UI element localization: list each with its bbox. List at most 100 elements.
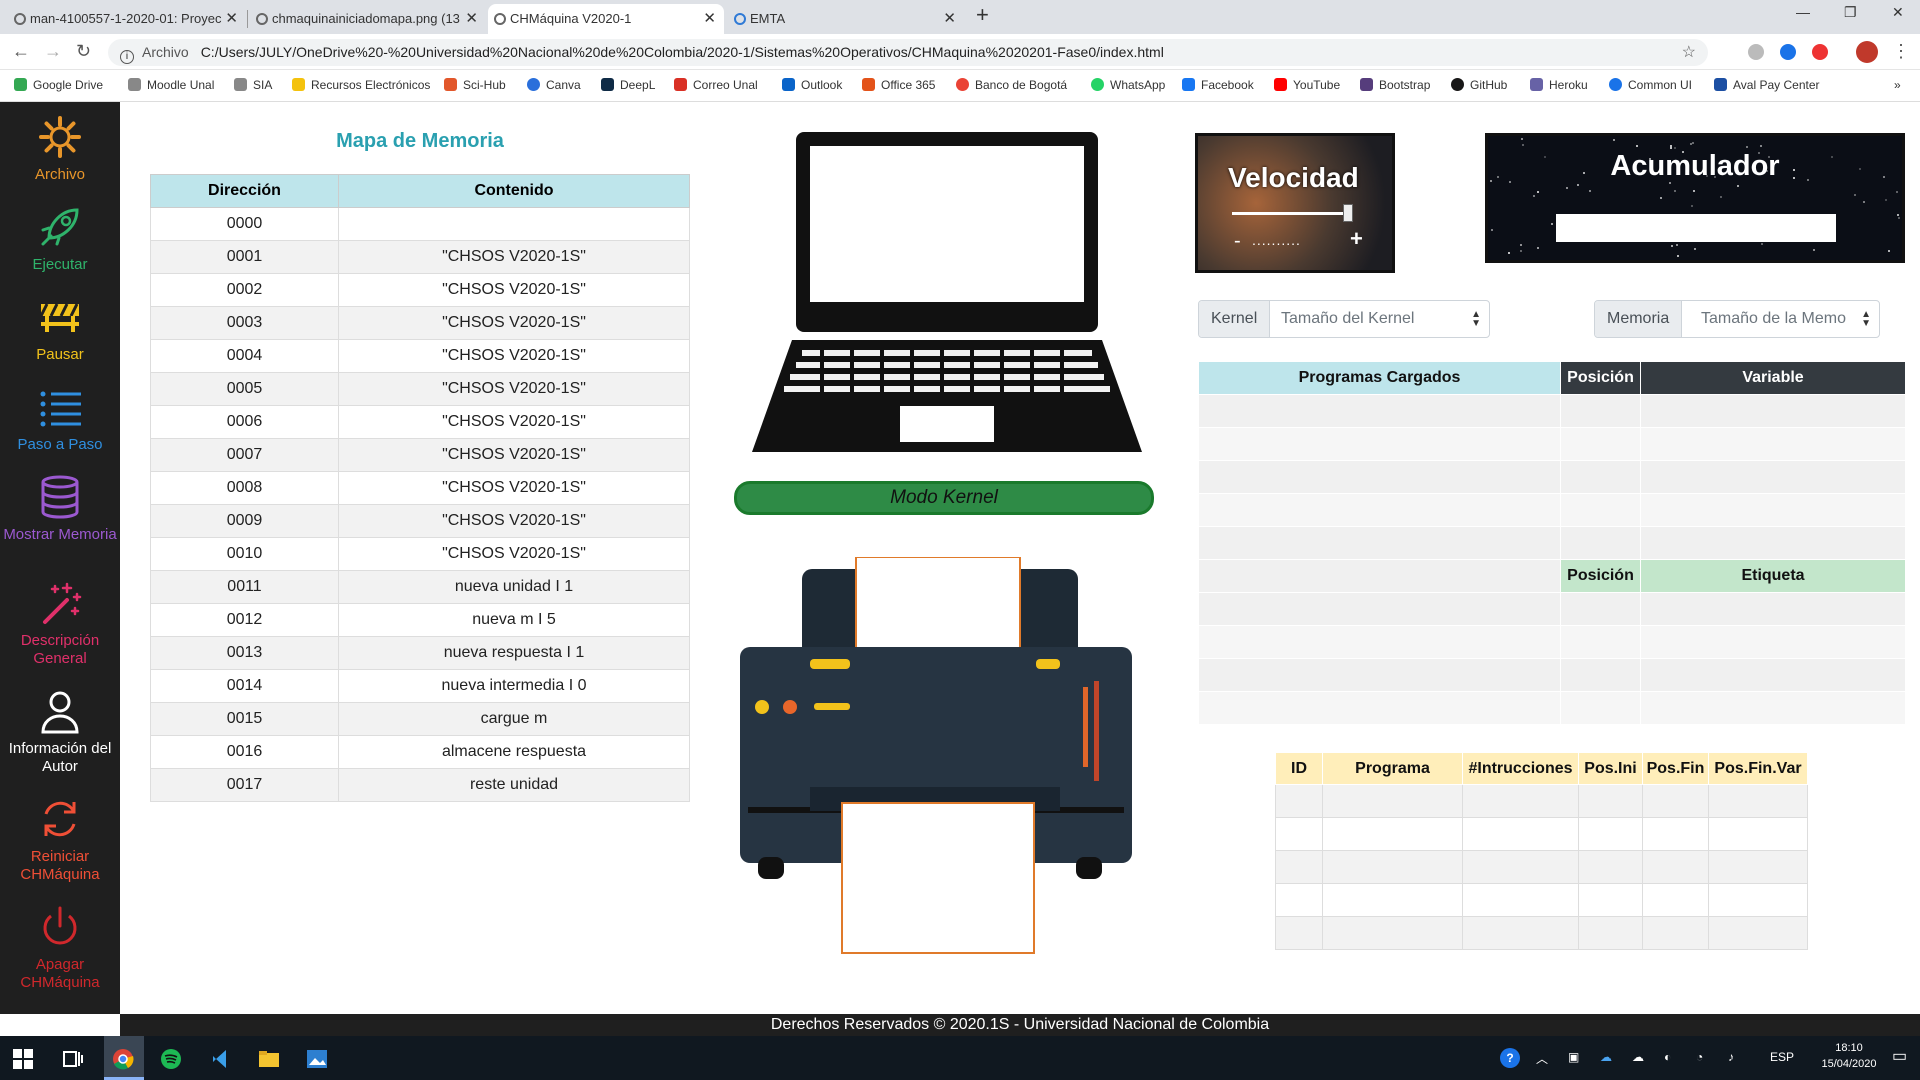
table-row: 0012 nueva m I 5	[150, 603, 690, 637]
bookmark-item[interactable]: Facebook	[1182, 78, 1254, 92]
cloud-icon[interactable]: ☁	[1632, 1050, 1644, 1064]
spotify-icon[interactable]	[160, 1048, 182, 1070]
bookmark-item[interactable]: Common UI	[1609, 78, 1692, 92]
bookmark-item[interactable]: Banco de Bogotá	[956, 78, 1067, 92]
star-dot	[1888, 250, 1890, 252]
tray-app-icon[interactable]: ▣	[1568, 1050, 1579, 1064]
bookmark-item[interactable]: Correo Unal	[674, 78, 758, 92]
sidebar-item-ejecutar[interactable]: Ejecutar	[0, 204, 120, 274]
photos-icon[interactable]	[306, 1048, 328, 1070]
stepper-icon[interactable]: ▲ ▼	[1471, 310, 1481, 329]
forward-arrow-icon[interactable]: →	[44, 41, 62, 62]
windows-start-icon[interactable]	[12, 1048, 34, 1070]
url-text[interactable]: C:/Users/JULY/OneDrive%20-%20Universidad…	[201, 44, 1164, 60]
star-dot	[1720, 196, 1722, 198]
language-indicator[interactable]: ESP	[1770, 1050, 1794, 1064]
speed-decrease-button[interactable]: -	[1234, 230, 1241, 253]
kernel-size-input[interactable]: Tamaño del Kernel	[1281, 301, 1461, 337]
table-row	[1198, 460, 1906, 494]
onedrive-icon[interactable]: ☁	[1600, 1050, 1612, 1064]
speed-slider-handle[interactable]	[1343, 204, 1354, 222]
bookmark-star-icon[interactable]: ☆	[1682, 39, 1696, 66]
speed-slider-track[interactable]	[1232, 212, 1352, 215]
sidebar-item-apagar[interactable]: Apagar CHMáquina	[0, 904, 120, 992]
reload-icon[interactable]: ↻	[76, 41, 91, 62]
close-tab-icon[interactable]: ✕	[465, 4, 478, 34]
new-tab-button[interactable]: +	[976, 2, 989, 28]
stepper-icon[interactable]: ▲ ▼	[1861, 310, 1871, 329]
browser-tab[interactable]: chmaquinainiciadomapa.png (13 ✕	[250, 4, 486, 34]
star-dot	[1677, 255, 1679, 257]
notifications-icon[interactable]: ▭	[1892, 1046, 1907, 1066]
bookmark-item[interactable]: Canva	[527, 78, 581, 92]
extension-icon[interactable]	[1812, 44, 1828, 60]
bookmark-item[interactable]: Bootstrap	[1360, 78, 1430, 92]
file-explorer-icon[interactable]	[258, 1048, 280, 1070]
close-tab-icon[interactable]: ✕	[943, 4, 956, 34]
clock[interactable]: 18:10 15/04/2020	[1820, 1040, 1878, 1072]
volume-icon[interactable]: ♪	[1728, 1050, 1734, 1064]
network-icon[interactable]: ◐	[1664, 1050, 1671, 1064]
task-view-icon[interactable]	[62, 1048, 84, 1070]
back-arrow-icon[interactable]: ←	[12, 41, 30, 62]
bookmark-item[interactable]: Sci-Hub	[444, 78, 506, 92]
star-dot	[1537, 191, 1539, 193]
help-icon[interactable]: ?	[1500, 1048, 1520, 1068]
sidebar-item-label: Apagar CHMáquina	[20, 956, 100, 991]
address-bar[interactable]: i Archivo C:/Users/JULY/OneDrive%20-%20Uni…	[108, 39, 1708, 66]
tray-expand-icon[interactable]: ︿	[1536, 1050, 1548, 1067]
laptop-icon	[752, 132, 1142, 452]
close-window-icon[interactable]: ✕	[1892, 4, 1904, 21]
bookmark-item[interactable]: Recursos Electrónicos	[292, 78, 430, 92]
profile-avatar[interactable]	[1856, 41, 1878, 63]
browser-tab[interactable]: man-4100557-1-2020-01: Proyec ✕	[8, 4, 246, 34]
minimize-window-icon[interactable]: —	[1796, 4, 1810, 20]
memory-content-cell: "CHSOS V2020-1S"	[338, 471, 690, 505]
close-tab-icon[interactable]: ✕	[703, 4, 716, 34]
sidebar-item-archivo[interactable]: Archivo	[0, 114, 120, 184]
extension-icon[interactable]	[1748, 44, 1764, 60]
sidebar-item-informacion-del-autor[interactable]: Información del Autor	[0, 688, 120, 776]
windows-taskbar: ? ︿ ▣ ☁ ☁ ◐ ◔ ♪ ESP 18:10 15/04/2020 ▭	[0, 1036, 1920, 1080]
bookmark-item[interactable]: YouTube	[1274, 78, 1340, 92]
clock-time: 18:10	[1835, 1042, 1863, 1054]
star-dot	[1537, 247, 1539, 249]
hp-extension-icon[interactable]	[1780, 44, 1796, 60]
bookmark-item[interactable]: DeepL	[601, 78, 655, 92]
bookmark-item[interactable]: WhatsApp	[1091, 78, 1165, 92]
speed-increase-button[interactable]: +	[1350, 226, 1363, 252]
browser-menu-icon[interactable]: ⋮	[1892, 41, 1910, 62]
bookmark-item[interactable]: Office 365	[862, 78, 935, 92]
sidebar-item-descripcion-general[interactable]: Descripción General	[0, 580, 120, 668]
bookmark-item[interactable]: Google Drive	[14, 78, 103, 92]
sidebar-item-paso-a-paso[interactable]: Paso a Paso	[0, 384, 120, 454]
site-info-icon[interactable]: i	[120, 50, 134, 64]
restore-window-icon[interactable]: ❐	[1844, 4, 1857, 21]
browser-tab[interactable]: EMTA ✕	[728, 4, 964, 34]
chrome-icon[interactable]	[112, 1048, 134, 1070]
browser-tab-active[interactable]: CHMáquina V2020-1 ✕	[488, 4, 724, 34]
sidebar-item-reiniciar[interactable]: Reiniciar CHMáquina	[0, 796, 120, 884]
table-row: 0014 nueva intermedia I 0	[150, 669, 690, 703]
magic-wand-icon	[43, 582, 82, 624]
star-dot	[1737, 185, 1739, 187]
bookmark-item[interactable]: SIA	[234, 78, 272, 92]
refresh-icon	[44, 801, 76, 837]
sidebar-item-mostrar-memoria[interactable]: Mostrar Memoria	[0, 474, 120, 544]
sidebar-item-pausar[interactable]: Pausar	[0, 294, 120, 364]
star-dot	[1520, 250, 1522, 252]
more-bookmarks-icon[interactable]: »	[1894, 78, 1901, 92]
memory-address-cell: 0000	[150, 207, 339, 241]
wifi-icon[interactable]: ◔	[1696, 1050, 1703, 1064]
column-header: Posición	[1560, 361, 1641, 395]
browser-toolbar: ← → ↻ i Archivo C:/Users/JULY/OneDrive%20-…	[0, 34, 1920, 70]
bookmark-item[interactable]: Aval Pay Center	[1714, 78, 1820, 92]
bookmark-item[interactable]: Heroku	[1530, 78, 1588, 92]
bookmark-item[interactable]: Moodle Unal	[128, 78, 214, 92]
close-tab-icon[interactable]: ✕	[225, 4, 238, 34]
bookmark-item[interactable]: GitHub	[1451, 78, 1507, 92]
memory-size-input[interactable]: Tamaño de la Memo	[1701, 301, 1853, 337]
vscode-icon[interactable]	[210, 1048, 232, 1070]
bookmark-item[interactable]: Outlook	[782, 78, 842, 92]
table-row: 0016 almacene respuesta	[150, 735, 690, 769]
